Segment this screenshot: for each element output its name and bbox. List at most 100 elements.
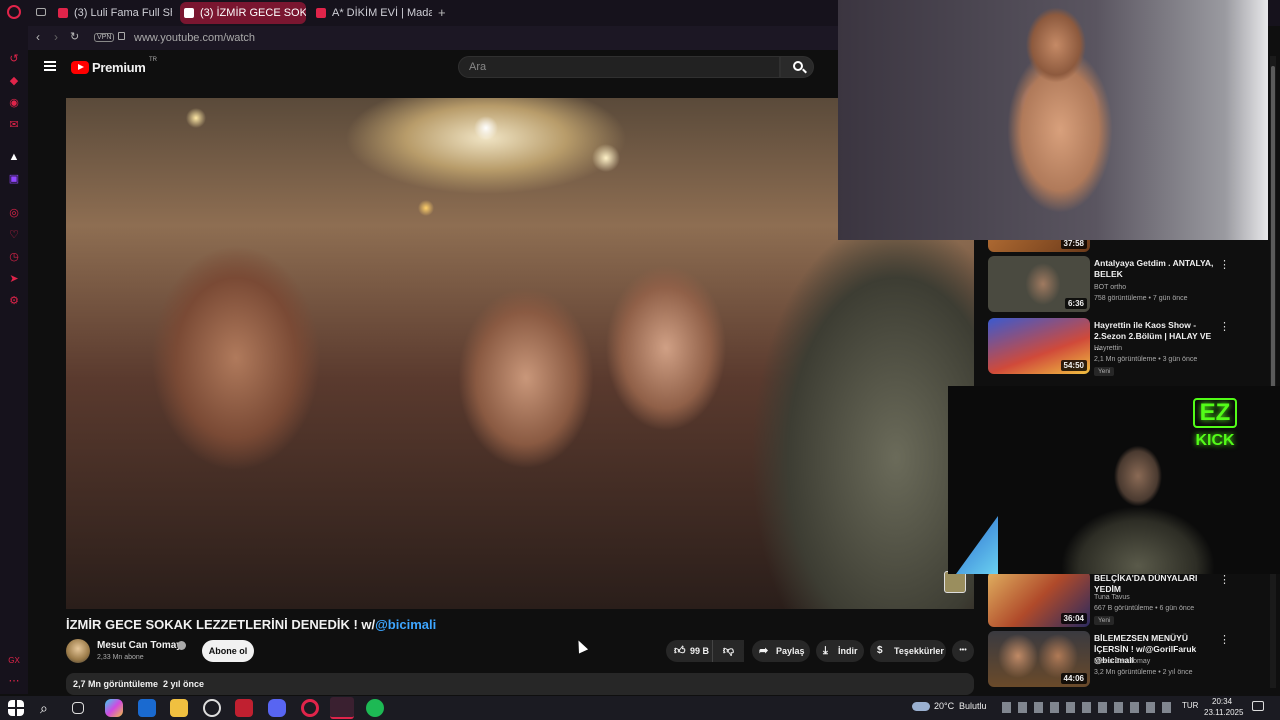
recommendation-meta: 758 görüntüleme • 7 gün önce [1094, 295, 1188, 302]
channel-name[interactable]: Mesut Can Tomay [97, 640, 182, 651]
download-button[interactable]: ⤓ İndir [816, 640, 864, 662]
new-badge: Yeni [1094, 367, 1115, 376]
thanks-button[interactable]: $ Teşekkürler [870, 640, 946, 662]
language-indicator[interactable]: TUR [1182, 701, 1198, 710]
new-tab-button[interactable]: + [438, 5, 446, 20]
new-badge: Yeni [1094, 616, 1115, 625]
sidebar-clock-icon[interactable]: ◷ [7, 250, 21, 264]
taskbar-app-icon[interactable] [203, 699, 221, 717]
download-icon: ⤓ [823, 645, 828, 657]
copilot-icon[interactable] [105, 699, 123, 717]
start-button-icon[interactable] [8, 700, 24, 716]
mail-icon[interactable] [138, 699, 156, 717]
channel-watermark[interactable] [944, 571, 966, 593]
sidebar-messenger-icon[interactable]: ◉ [7, 96, 21, 110]
dislike-button[interactable]: 👎︎ [712, 640, 744, 662]
sidebar-send-icon[interactable]: ➤ [7, 272, 21, 286]
tab-label: (3) Luli Fama Full Show in [74, 7, 172, 19]
more-vert-icon[interactable]: ⋮ [1219, 633, 1230, 646]
sidebar-player-icon[interactable]: ◎ [7, 206, 21, 220]
search-taskbar-icon[interactable]: ⌕ [40, 699, 58, 717]
recommendation-thumbnail: 44:06 [988, 631, 1090, 687]
weather-temperature[interactable]: 20°C [934, 701, 954, 711]
recommendation-meta: 2,1 Mn görüntüleme • 3 gün önce [1094, 356, 1198, 363]
opera-gx-taskbar-icon[interactable] [330, 697, 354, 719]
taskbar-video-app-icon[interactable] [235, 699, 253, 717]
recommendation-channel[interactable]: Mesut Can Tomay [1094, 657, 1150, 667]
recommendation-item[interactable]: 6:36 Antalyaya Getdim . ANTALYA, BELEK B… [988, 256, 1250, 312]
share-button[interactable]: ➦ Paylaş [752, 640, 810, 662]
thanks-icon: $ [877, 645, 883, 656]
recommendation-channel[interactable]: BOT ortho [1094, 283, 1126, 293]
sidebar-aria-icon[interactable]: ▲ [7, 150, 21, 164]
sidebar-gmail-icon[interactable]: ✉ [7, 118, 21, 132]
recommendation-item[interactable]: 44:06 BİLEMEZSEN MENÜYÜ İÇERSİN ! w/@Gor… [988, 631, 1250, 687]
duration-badge: 6:36 [1064, 298, 1087, 309]
upload-age: 2 yıl önce [163, 679, 205, 689]
description-box[interactable]: 2,7 Mn görüntüleme 2 yıl önce [66, 673, 974, 695]
tab-label: (3) İZMİR GECE SOKA [200, 7, 306, 19]
video-title: İZMİR GECE SOKAK LEZZETLERİNİ DENEDİK ! … [66, 617, 437, 632]
sidebar-gx-icon[interactable]: GX [7, 654, 21, 668]
fashion-show-overlay [838, 0, 1268, 240]
title-mention-link[interactable]: @bicimali [375, 617, 436, 632]
more-actions-button[interactable]: ••• [952, 640, 974, 662]
page-scrollbar[interactable] [1270, 56, 1276, 688]
youtube-favicon-icon [316, 8, 326, 18]
tab-izmir-active[interactable]: (3) İZMİR GECE SOKA [180, 2, 306, 24]
vpn-badge[interactable]: VPN [94, 33, 115, 42]
recommendation-channel[interactable]: Tuna Tavus [1094, 593, 1130, 603]
task-view-icon[interactable] [72, 702, 84, 714]
light-panel [956, 516, 998, 574]
more-vert-icon[interactable]: ⋮ [1219, 320, 1230, 333]
back-icon[interactable]: ‹ [36, 30, 40, 44]
kick-logo-text: KICK [1195, 432, 1235, 449]
duration-badge: 36:04 [1060, 613, 1087, 624]
premium-text: Premium [92, 60, 146, 75]
recommendation-title: Antalyaya Getdim . ANTALYA, BELEK [1094, 258, 1214, 279]
forward-icon[interactable]: › [54, 30, 58, 44]
recommendation-thumbnail: 6:36 [988, 256, 1090, 312]
weather-description[interactable]: Bulutlu [959, 701, 987, 711]
more-vert-icon[interactable]: ⋮ [1219, 573, 1230, 586]
kick-logo: EZ KICK [1188, 398, 1242, 458]
opera-taskbar-icon[interactable] [301, 699, 319, 717]
menu-icon[interactable] [44, 61, 56, 71]
browser-sidebar: ↺ ◆ ◉ ✉ ▲ ▣ ◎ ♡ ◷ ➤ ⚙ GX ⋯ [0, 26, 28, 694]
recommendation-channel[interactable]: Hayrettin [1094, 344, 1122, 354]
recommendation-title: BELÇİKA'DA DÜNYALARI YEDİM [1094, 573, 1198, 594]
recommendation-item[interactable]: 36:04 BELÇİKA'DA DÜNYALARI YEDİM Tuna Ta… [988, 571, 1250, 627]
notifications-icon[interactable] [1252, 701, 1264, 711]
reload-icon[interactable]: ↻ [70, 30, 79, 43]
url-text[interactable]: www.youtube.com/watch [134, 32, 255, 44]
tab-luli-fama[interactable]: (3) Luli Fama Full Show in [54, 2, 172, 24]
clock-date[interactable]: 23.11.2025 [1204, 708, 1243, 717]
sidebar-settings-icon[interactable]: ⚙ [7, 294, 21, 308]
sidebar-bag-icon[interactable]: ◆ [7, 74, 21, 88]
sidebar-twitch-icon[interactable]: ▣ [7, 172, 21, 186]
address-bar: ‹ › ↻ VPN www.youtube.com/watch [28, 26, 838, 50]
file-explorer-icon[interactable] [170, 699, 188, 717]
sidebar-more-icon[interactable]: ⋯ [7, 674, 21, 688]
search-input[interactable]: Ara [458, 56, 780, 78]
spotify-icon[interactable] [366, 699, 384, 717]
channel-avatar[interactable] [66, 639, 90, 663]
view-count: 2,7 Mn görüntüleme [73, 679, 159, 689]
weather-icon[interactable] [912, 702, 930, 711]
clock-time[interactable]: 20:34 [1212, 697, 1232, 706]
recommendation-item[interactable]: 54:50 Hayrettin ile Kaos Show - 2.Sezon … [988, 318, 1250, 376]
sidebar-bookmark-icon[interactable]: ♡ [7, 228, 21, 242]
discord-icon[interactable] [268, 699, 286, 717]
recommendation-meta: 3,2 Mn görüntüleme • 2 yıl önce [1094, 669, 1193, 676]
subscribe-button[interactable]: Abone ol [202, 640, 254, 662]
opera-logo-icon[interactable] [7, 5, 21, 19]
search-button[interactable] [780, 56, 814, 78]
sidebar-history-icon[interactable]: ↺ [7, 52, 21, 66]
like-count: 99 B [690, 646, 710, 656]
duration-badge: 54:50 [1060, 360, 1087, 371]
tab-dikim-evi[interactable]: A* DİKİM EVİ | Madara Oi [312, 2, 432, 24]
system-tray-icons[interactable] [1002, 702, 1174, 713]
tab-overview-icon[interactable] [36, 8, 46, 16]
tab-label: A* DİKİM EVİ | Madara Oi [332, 7, 432, 19]
more-vert-icon[interactable]: ⋮ [1219, 258, 1230, 271]
